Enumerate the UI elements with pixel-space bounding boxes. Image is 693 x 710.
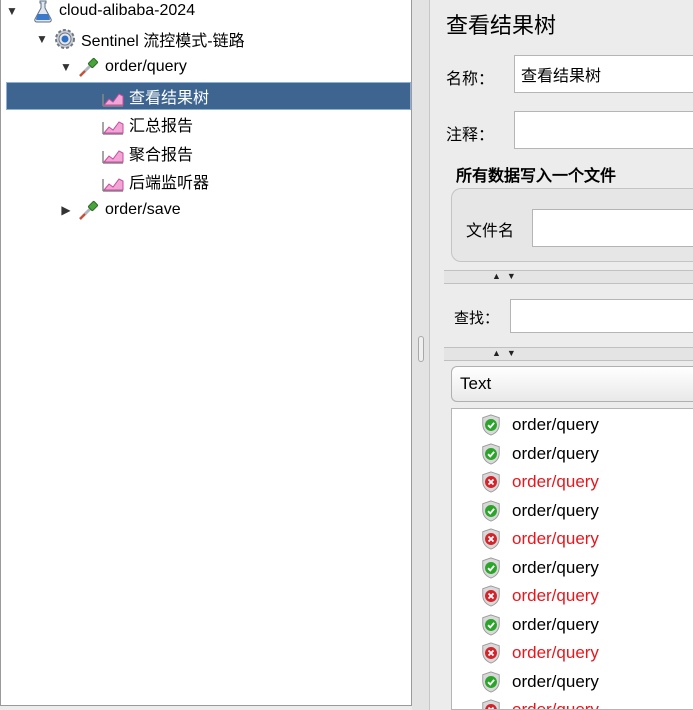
collapse-divider[interactable]: ▲▼ [444, 270, 693, 284]
name-input-value: 查看结果树 [521, 68, 602, 85]
collapse-divider[interactable]: ▲▼ [444, 347, 693, 361]
write-to-file-group-title: 所有数据写入一个文件 [456, 168, 617, 185]
sample-result-label: order/query [512, 700, 599, 710]
tree-item-view-results-tree[interactable]: 查看结果树 [6, 82, 411, 110]
expand-arrow-icon[interactable]: ▼ [35, 32, 49, 46]
chart-listener-icon [102, 150, 124, 164]
pane-splitter[interactable] [412, 0, 430, 710]
sample-result-label: order/query [512, 557, 599, 577]
sample-result-label: order/query [512, 500, 599, 520]
success-shield-icon [482, 414, 500, 436]
failure-shield-icon [482, 642, 500, 664]
failure-shield-icon [482, 528, 500, 550]
renderer-select[interactable]: Text [451, 366, 693, 402]
sample-result-row[interactable]: order/query [480, 468, 599, 496]
name-label: 名称： [446, 71, 495, 88]
sample-result-row[interactable]: order/query [480, 668, 599, 696]
tree-item-label: 查看结果树 [129, 90, 210, 107]
sample-result-row[interactable]: order/query [480, 440, 599, 468]
test-plan-tree[interactable]: ▼ cloud-alibaba-2024 ▼ Sentinel 流控模式-链路 … [0, 0, 412, 706]
filename-label: 文件名 [466, 223, 515, 240]
tree-item-label: order/save [105, 201, 181, 218]
sample-result-row[interactable]: order/query [480, 497, 599, 525]
sample-result-label: order/query [512, 415, 599, 434]
tree-item-order-query[interactable]: ▼ order/query [1, 53, 411, 81]
success-shield-icon [482, 670, 500, 693]
divider-arrows-icon[interactable]: ▲▼ [492, 271, 522, 281]
sample-result-label: order/query [512, 443, 599, 463]
sample-result-label: order/query [512, 472, 599, 491]
comment-input[interactable] [514, 111, 693, 149]
tree-item-label: cloud-alibaba-2024 [59, 2, 196, 19]
splitter-grip-icon[interactable] [418, 336, 424, 362]
tree-item-order-save[interactable]: ▶ order/save [1, 196, 411, 224]
failure-shield-icon [482, 585, 500, 607]
expand-arrow-icon[interactable]: ▼ [59, 60, 73, 74]
success-shield-icon [482, 556, 500, 579]
tree-item-thread-group[interactable]: ▼ Sentinel 流控模式-链路 [1, 25, 411, 53]
success-shield-icon [482, 613, 500, 636]
chart-listener-icon [102, 178, 124, 192]
pipette-icon [78, 57, 99, 78]
tree-item-aggregate-report[interactable]: 聚合报告 [1, 139, 411, 167]
tree-item-label: 汇总报告 [129, 118, 194, 135]
jmeter-window: ▼ cloud-alibaba-2024 ▼ Sentinel 流控模式-链路 … [0, 0, 693, 710]
panel-title: 查看结果树 [446, 13, 557, 38]
sample-result-row[interactable]: order/query [480, 582, 599, 610]
tree-item-label: 后端监听器 [129, 175, 210, 192]
sample-result-label: order/query [512, 586, 599, 605]
sample-result-label: order/query [512, 614, 599, 634]
search-input[interactable] [510, 299, 693, 333]
sample-result-label: order/query [512, 529, 599, 548]
gear-icon [55, 29, 75, 49]
write-to-file-group: 文件名 [451, 188, 693, 262]
sample-result-row[interactable]: order/query [480, 611, 599, 639]
sample-result-list[interactable]: order/query order/query order/query order/q… [451, 408, 693, 710]
search-label: 查找： [454, 310, 500, 327]
sample-result-label: order/query [512, 671, 599, 691]
name-input[interactable]: 查看结果树 [514, 55, 693, 93]
filename-input[interactable] [532, 209, 693, 247]
tree-item-label: Sentinel 流控模式-链路 [81, 33, 245, 50]
sample-result-row[interactable]: order/query [480, 696, 599, 710]
success-shield-icon [482, 442, 500, 465]
divider-arrows-icon[interactable]: ▲▼ [492, 348, 522, 358]
tree-item-label: 聚合报告 [129, 147, 194, 164]
flask-icon [34, 0, 52, 23]
success-shield-icon [482, 499, 500, 522]
tree-item-test-plan[interactable]: ▼ cloud-alibaba-2024 [1, 0, 411, 25]
collapse-arrow-icon[interactable]: ▶ [59, 203, 73, 217]
sample-result-row[interactable]: order/query [480, 639, 599, 667]
sample-result-row[interactable]: order/query [480, 525, 599, 553]
tree-item-label: order/query [105, 58, 187, 75]
sample-result-label: order/query [512, 643, 599, 662]
pipette-icon [78, 200, 99, 221]
sample-result-row[interactable]: order/query [480, 554, 599, 582]
comment-label: 注释： [446, 127, 495, 144]
failure-shield-icon [482, 699, 500, 709]
failure-shield-icon [482, 471, 500, 493]
sample-result-row[interactable]: order/query [480, 411, 599, 439]
chart-listener-icon [102, 121, 124, 135]
listener-settings-panel: 查看结果树 名称： 查看结果树 注释： 所有数据写入一个文件 文件名 ▲▼ 查找… [430, 0, 693, 710]
renderer-select-value: Text [460, 374, 492, 393]
tree-item-summary-report[interactable]: 汇总报告 [1, 110, 411, 138]
expand-arrow-icon[interactable]: ▼ [5, 4, 19, 18]
tree-item-backend-listener[interactable]: 后端监听器 [1, 167, 411, 195]
chart-listener-icon [102, 93, 124, 107]
